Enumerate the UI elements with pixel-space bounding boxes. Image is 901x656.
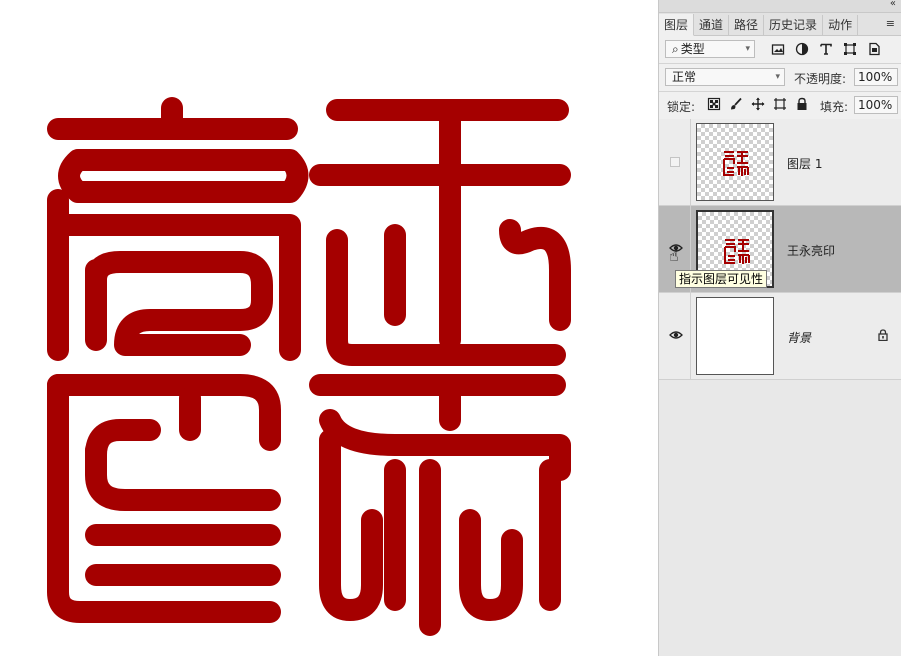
image-filter-icon[interactable] — [771, 42, 785, 56]
layer-name[interactable]: 图层 1 — [787, 155, 822, 172]
layer-row[interactable]: 背景 — [659, 293, 901, 380]
seal-artwork — [47, 97, 571, 636]
shape-filter-icon[interactable] — [843, 42, 857, 56]
fill-input[interactable]: 100% — [854, 96, 898, 114]
document-canvas[interactable] — [0, 0, 658, 656]
collapse-panel-icon[interactable]: « — [890, 0, 896, 9]
layers-list: 图层 1 王永亮印 背景 — [659, 119, 901, 380]
visibility-toggle[interactable] — [659, 119, 691, 205]
chevron-down-icon: ▾ — [775, 72, 780, 82]
filter-kind-select[interactable]: ⌕ 类型 ▾ — [665, 40, 755, 58]
tab-paths[interactable]: 路径 — [729, 15, 765, 35]
lock-transparent-pixels-icon[interactable] — [707, 97, 721, 111]
type-filter-icon[interactable] — [819, 42, 833, 56]
hand-cursor-icon: ☝ — [669, 246, 679, 265]
blend-mode-row: 正常 ▾ 不透明度: 100% — [659, 64, 901, 92]
tab-history[interactable]: 历史记录 — [764, 15, 824, 35]
layer-row[interactable]: 图层 1 — [659, 119, 901, 206]
layer-thumbnail — [696, 297, 774, 375]
lock-image-pixels-icon[interactable] — [729, 97, 743, 111]
opacity-label: 不透明度: — [794, 72, 847, 86]
visibility-tooltip: 指示图层可见性 — [675, 270, 768, 288]
fill-label: 填充: — [820, 100, 849, 114]
layer-name[interactable]: 王永亮印 — [787, 242, 835, 259]
lock-all-icon[interactable] — [795, 97, 809, 111]
lock-position-icon[interactable] — [751, 97, 765, 111]
layer-filter-row: ⌕ 类型 ▾ — [659, 36, 901, 64]
chevron-down-icon: ▾ — [745, 44, 750, 54]
filter-kind-label: 类型 — [680, 42, 705, 56]
blend-mode-value: 正常 — [672, 70, 697, 84]
visibility-off-box — [670, 157, 680, 167]
layers-panel-empty-area — [659, 380, 901, 656]
panel-menu-icon[interactable]: ≡ — [886, 17, 895, 30]
lock-row: 锁定: 填充: 100% — [659, 92, 901, 120]
adjustment-filter-icon[interactable] — [795, 42, 809, 56]
search-icon: ⌕ — [672, 42, 679, 56]
seal-thumbnail-icon — [724, 239, 750, 264]
layer-name[interactable]: 背景 — [787, 329, 811, 346]
opacity-input[interactable]: 100% — [854, 68, 898, 86]
tab-actions[interactable]: 动作 — [823, 15, 859, 35]
visibility-toggle[interactable] — [659, 293, 691, 379]
tab-layers[interactable]: 图层 — [659, 14, 695, 36]
tab-channels[interactable]: 通道 — [694, 15, 730, 35]
panel-title-bar: « — [659, 0, 901, 13]
lock-icon[interactable] — [878, 329, 888, 341]
blend-mode-select[interactable]: 正常 ▾ — [665, 68, 785, 86]
panel-tab-bar: 图层 通道 路径 历史记录 动作 ≡ — [659, 13, 901, 36]
smart-object-filter-icon[interactable] — [867, 42, 881, 56]
seal-thumbnail-icon — [723, 151, 749, 176]
layer-thumbnail — [696, 123, 774, 201]
layers-panel: « 图层 通道 路径 历史记录 动作 ≡ ⌕ 类型 ▾ 正常 ▾ 不透明度: 1… — [658, 0, 901, 656]
prevent-autonest-icon[interactable] — [773, 97, 787, 111]
eye-icon — [669, 331, 683, 339]
lock-label: 锁定: — [667, 100, 696, 114]
